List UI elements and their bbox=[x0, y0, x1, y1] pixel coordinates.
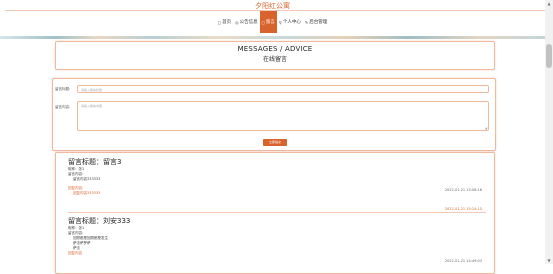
message-item: 留言标题：留言3 昵称：张1 留言内容： 留言内容333333 回复内容： 回复… bbox=[68, 157, 486, 196]
message-icon: ◻ bbox=[261, 19, 265, 25]
message-item: 留言标题：刘安333 昵称：张1 留言内容： 回顾都是回顾都是发生 萨法萨罗萨 … bbox=[68, 216, 486, 256]
message-list: 留言标题：留言3 昵称：张1 留言内容： 留言内容333333 回复内容： 回复… bbox=[55, 152, 495, 274]
page-title-cn: 在线留言 bbox=[262, 56, 287, 63]
page-title-en: MESSAGES / ADVICE bbox=[237, 45, 313, 53]
banner-strip bbox=[0, 36, 545, 39]
nav-item-messages[interactable]: ◻ 留言 bbox=[259, 11, 277, 33]
nav-item-announcements[interactable]: ◎ 公告信息 bbox=[233, 11, 260, 33]
content-label: 留言内容: bbox=[55, 105, 71, 109]
content-placeholder: 请输入留言内容 bbox=[81, 104, 103, 108]
nav-item-profile[interactable]: ⚲ 个人中心 bbox=[277, 11, 303, 33]
nav-label: 后台管理 bbox=[309, 20, 328, 25]
message-form: 留言标题: 请输入留言标题 留言内容: 请输入留言内容 ◢ 立即提交 bbox=[52, 78, 496, 151]
home-icon: ◻ bbox=[217, 19, 222, 25]
message-title-input[interactable]: 请输入留言标题 bbox=[77, 85, 489, 93]
nav-item-admin[interactable]: ✎ 后台管理 bbox=[303, 11, 329, 33]
user-icon: ⚲ bbox=[278, 19, 282, 25]
message-content-input[interactable]: 请输入留言内容 ◢ bbox=[77, 101, 489, 131]
header-card: MESSAGES / ADVICE 在线留言 bbox=[55, 41, 495, 70]
title-label: 留言标题: bbox=[55, 87, 71, 91]
announcement-icon: ◎ bbox=[235, 19, 239, 25]
reply-label: 回复内容 bbox=[68, 251, 82, 255]
message-date: 2022-01-21 15:06:16 bbox=[444, 188, 482, 192]
message-divider bbox=[68, 212, 486, 213]
nav-label: 公告信息 bbox=[239, 20, 258, 25]
message-content: 留言内容333333 bbox=[73, 177, 101, 181]
message-title: 留言标题：刘安333 bbox=[68, 217, 131, 225]
scroll-up-icon[interactable]: ▲ bbox=[546, 1, 552, 6]
nav-item-home[interactable]: ◻ 首页 bbox=[216, 11, 233, 33]
admin-icon: ✎ bbox=[304, 19, 309, 25]
reply-date: 2022-01-21 15:24:15 bbox=[444, 207, 482, 211]
scroll-down-icon[interactable]: ▼ bbox=[546, 258, 552, 263]
message-date: 2022-01-21 14:49:03 bbox=[444, 259, 482, 263]
resize-grip-icon[interactable]: ◢ bbox=[485, 126, 487, 130]
submit-button[interactable]: 立即提交 bbox=[263, 139, 287, 146]
main-nav: ◻ 首页 ◎ 公告信息 ◻ 留言 ⚲ 个人中心 ✎ 后台管理 bbox=[0, 11, 545, 33]
scrollbar[interactable]: ▲ ▼ bbox=[545, 0, 553, 264]
reply-content: 回复内容333333 bbox=[73, 191, 101, 195]
nav-label: 首页 bbox=[222, 20, 232, 25]
message-title: 留言标题：留言3 bbox=[68, 158, 122, 166]
nav-label: 留言 bbox=[265, 20, 275, 25]
nav-label: 个人中心 bbox=[282, 20, 301, 25]
scrollbar-thumb[interactable] bbox=[546, 44, 552, 68]
